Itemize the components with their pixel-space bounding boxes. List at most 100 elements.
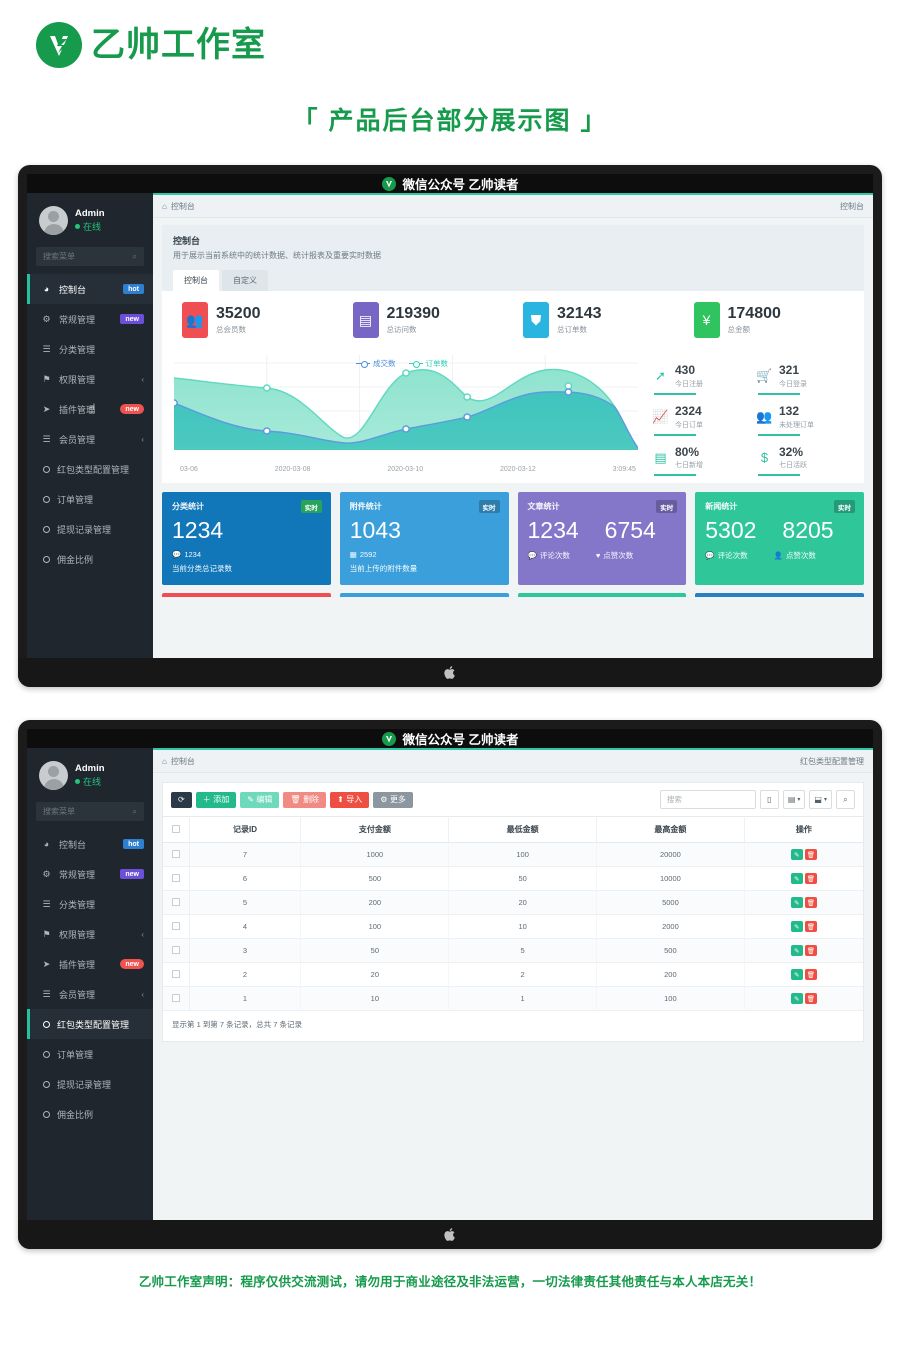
sidebar-item-withdraw[interactable]: 提现记录管理 — [27, 1069, 153, 1099]
sidebar-item-member[interactable]: ☰ 会员管理 ‹ — [27, 424, 153, 454]
cell-id: 1 — [189, 986, 302, 1011]
add-button[interactable]: ＋ 添加 — [195, 791, 237, 808]
card-footer: 当前上传的附件数量 — [349, 564, 418, 574]
sidebar-item-order[interactable]: 订单管理 — [27, 1039, 153, 1069]
table-row[interactable]: 1 10 1 100 ✎ 🗑 — [163, 986, 863, 1011]
sidebar-item-general[interactable]: ⚙ 常规管理 new — [27, 304, 153, 334]
sidebar-item-permission[interactable]: ⚑ 权限管理 ‹ — [27, 919, 153, 949]
sidebar-item-dashboard[interactable]: ◕ 控制台 hot — [27, 829, 153, 859]
apple-logo-icon — [443, 1228, 455, 1241]
checkbox-icon[interactable] — [171, 921, 180, 930]
color-card-category: 分类统计 实时 1234 💬 1234 当前分类总记录数 — [162, 492, 331, 586]
checkbox-icon[interactable] — [171, 824, 180, 833]
refresh-icon: ⟳ — [178, 794, 185, 804]
row-delete-button[interactable]: 🗑 — [804, 849, 817, 860]
tab-custom[interactable]: 自定义 — [222, 270, 268, 291]
sidebar-item-general[interactable]: ⚙ 常规管理 new — [27, 859, 153, 889]
row-edit-button[interactable]: ✎ — [790, 993, 803, 1004]
sidebar-item-commission[interactable]: 佣金比例 — [27, 544, 153, 574]
table-row[interactable]: 6 500 50 10000 ✎ 🗑 — [163, 866, 863, 891]
legend-item-deals[interactable]: 成交数 — [356, 358, 396, 369]
row-edit-button[interactable]: ✎ — [790, 921, 803, 932]
badge-new: new — [120, 869, 144, 879]
row-checkbox-cell[interactable] — [163, 986, 190, 1011]
card-sub-text: 1234 — [184, 550, 202, 560]
sidebar-item-dashboard[interactable]: ◕ 控制台 hot — [27, 274, 153, 304]
sidebar-item-plugin[interactable]: ➤ 插件管理 new ☝ — [27, 394, 153, 424]
sidebar-item-member[interactable]: ☰ 会员管理 ‹ — [27, 979, 153, 1009]
table-row[interactable]: 3 50 5 500 ✎ 🗑 — [163, 938, 863, 963]
sidebar-item-category[interactable]: ☰ 分类管理 — [27, 889, 153, 919]
row-edit-button[interactable]: ✎ — [790, 897, 803, 908]
mini-label: 今日订单 — [675, 421, 703, 429]
sidebar-search-input[interactable]: 搜索菜单 ⌕ — [36, 802, 144, 821]
row-edit-button[interactable]: ✎ — [790, 873, 803, 884]
columns-icon[interactable]: ▤ ▾ — [782, 790, 806, 809]
upload-icon: ⬆ — [337, 794, 344, 804]
table-row[interactable]: 4 100 10 2000 ✎ 🗑 — [163, 914, 863, 939]
column-header-pay[interactable]: 支付金额 — [300, 816, 450, 843]
checkbox-icon[interactable] — [171, 993, 180, 1002]
row-checkbox-cell[interactable] — [163, 890, 190, 915]
checkbox-icon[interactable] — [171, 849, 180, 858]
sidebar-item-category[interactable]: ☰ 分类管理 — [27, 334, 153, 364]
table-search-input[interactable]: 搜索 — [659, 790, 756, 809]
checkbox-icon[interactable] — [171, 945, 180, 954]
copy-icon[interactable]: ▯ — [759, 790, 779, 809]
badge-new: new — [120, 959, 144, 969]
checkbox-icon[interactable] — [171, 969, 180, 978]
export-icon[interactable]: ⬓ ▾ — [809, 790, 832, 809]
delete-button[interactable]: 🗑 删除 — [283, 791, 327, 808]
row-delete-button[interactable]: 🗑 — [804, 969, 817, 980]
more-button[interactable]: ⚙ 更多 — [373, 791, 413, 808]
row-edit-button[interactable]: ✎ — [790, 969, 803, 980]
dollar-icon: $ — [760, 450, 769, 466]
sidebar-search-input[interactable]: 搜索菜单 ⌕ — [36, 247, 144, 266]
breadcrumb-current[interactable]: 控制台 — [171, 756, 195, 767]
column-header-id[interactable]: 记录ID — [189, 816, 302, 843]
row-checkbox-cell[interactable] — [163, 962, 190, 987]
table-row[interactable]: 5 200 20 5000 ✎ 🗑 — [163, 890, 863, 915]
row-delete-button[interactable]: 🗑 — [804, 921, 817, 932]
sidebar-item-plugin[interactable]: ➤ 插件管理 new — [27, 949, 153, 979]
breadcrumb-right: 红包类型配置管理 — [800, 756, 864, 766]
row-checkbox-cell[interactable] — [163, 842, 190, 867]
row-delete-button[interactable]: 🗑 — [804, 945, 817, 956]
row-checkbox-cell[interactable] — [163, 866, 190, 891]
panel-description: 用于展示当前系统中的统计数据、统计报表及重要实时数据 — [173, 251, 381, 260]
tab-dashboard[interactable]: 控制台 — [173, 270, 219, 291]
checkbox-icon[interactable] — [171, 897, 180, 906]
row-edit-button[interactable]: ✎ — [790, 945, 803, 956]
legend-item-orders[interactable]: 订单数 — [408, 358, 448, 369]
sidebar-item-redpacket-config[interactable]: 红包类型配置管理 — [27, 454, 153, 484]
table-row[interactable]: 2 20 2 200 ✎ 🗑 — [163, 962, 863, 987]
import-button[interactable]: ⬆ 导入 — [330, 791, 370, 808]
row-delete-button[interactable]: 🗑 — [804, 873, 817, 884]
sidebar-item-commission[interactable]: 佣金比例 — [27, 1099, 153, 1129]
row-delete-button[interactable]: 🗑 — [804, 897, 817, 908]
checkbox-icon[interactable] — [171, 873, 180, 882]
table-row[interactable]: 7 1000 100 20000 ✎ 🗑 — [163, 842, 863, 867]
search-icon[interactable]: ⌕ — [836, 790, 855, 809]
strip-blue — [339, 593, 509, 598]
row-edit-button[interactable]: ✎ — [790, 849, 803, 860]
screen-dashboard: Admin 在线 搜索菜单 ⌕ ◕ 控制台 hot ⚙ 常规管理 new ☰ 分… — [27, 193, 873, 658]
cell-id: 5 — [189, 890, 302, 915]
refresh-button[interactable]: ⟳ — [171, 791, 192, 808]
row-checkbox-cell[interactable] — [163, 938, 190, 963]
edit-button[interactable]: ✎ 编辑 — [240, 791, 280, 808]
row-delete-button[interactable]: 🗑 — [804, 993, 817, 1004]
column-header-min[interactable]: 最低金额 — [448, 816, 598, 843]
sidebar-item-permission[interactable]: ⚑ 权限管理 ‹ — [27, 364, 153, 394]
mini-value: 321 — [779, 363, 800, 377]
circle-icon — [43, 1050, 50, 1058]
online-dot-icon — [75, 224, 80, 230]
breadcrumb-current[interactable]: 控制台 — [171, 201, 195, 212]
sidebar-item-order[interactable]: 订单管理 — [27, 484, 153, 514]
select-all-header[interactable] — [163, 816, 190, 843]
content-dashboard: ⌂ 控制台 控制台 控制台 用于展示当前系统中的统计数据、统计报表及重要实时数据… — [153, 193, 873, 658]
column-header-max[interactable]: 最高金额 — [596, 816, 745, 843]
sidebar-item-withdraw[interactable]: 提现记录管理 — [27, 514, 153, 544]
sidebar-item-redpacket-config[interactable]: 红包类型配置管理 — [27, 1009, 153, 1039]
row-checkbox-cell[interactable] — [163, 914, 190, 939]
